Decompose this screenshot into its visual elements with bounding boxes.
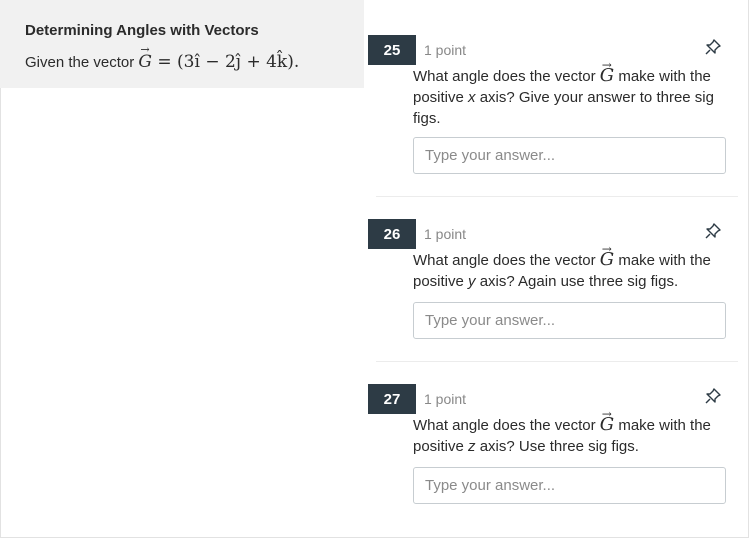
question-text-end: axis? Again use three sig figs. [475, 273, 679, 290]
vector-symbol: → G [600, 407, 614, 435]
context-prefix: Given the vector [25, 54, 139, 71]
question-text: What angle does the vector → G make with … [413, 242, 731, 292]
vector-arrow-icon: → [140, 43, 150, 56]
axis-letter: z [468, 438, 476, 455]
axis-letter: y [468, 273, 476, 290]
vector-expression: → G = (3î − 2ĵ + 4k̂). [138, 43, 300, 72]
vector-arrow-icon: → [601, 58, 612, 72]
vector-symbol: → G [600, 58, 614, 86]
axis-letter: x [468, 89, 476, 106]
context-statement: Given the vector → G = (3î − 2ĵ + 4k̂). [25, 43, 300, 72]
vector-arrow-icon: → [601, 242, 612, 256]
question-points: 1 point [424, 391, 467, 407]
vector-symbol: → G [138, 43, 152, 72]
question-text-start: What angle does the vector [413, 417, 600, 434]
pin-icon[interactable] [703, 37, 723, 57]
question-text: What angle does the vector → G make with … [413, 58, 731, 129]
context-panel: Determining Angles with Vectors Given th… [0, 0, 364, 88]
question-number-badge: 26 [368, 219, 416, 249]
question-number-badge: 25 [368, 35, 416, 65]
question-text-start: What angle does the vector [413, 68, 600, 85]
vector-arrow-icon: → [601, 407, 612, 421]
answer-input[interactable] [413, 137, 726, 174]
answer-input[interactable] [413, 467, 726, 504]
question-text-start: What angle does the vector [413, 252, 600, 269]
vector-equation: = (3î − 2ĵ + 4k̂). [157, 52, 300, 72]
question-number-badge: 27 [368, 384, 416, 414]
question-divider [376, 196, 738, 197]
question-text: What angle does the vector → G make with … [413, 407, 731, 457]
pin-icon[interactable] [703, 386, 723, 406]
context-title: Determining Angles with Vectors [25, 22, 259, 39]
question-text-end: axis? Use three sig figs. [475, 438, 639, 455]
question-points: 1 point [424, 42, 467, 58]
question-points: 1 point [424, 226, 467, 242]
answer-input[interactable] [413, 302, 726, 339]
vector-symbol: → G [600, 242, 614, 270]
pin-icon[interactable] [703, 221, 723, 241]
question-divider [376, 361, 738, 362]
